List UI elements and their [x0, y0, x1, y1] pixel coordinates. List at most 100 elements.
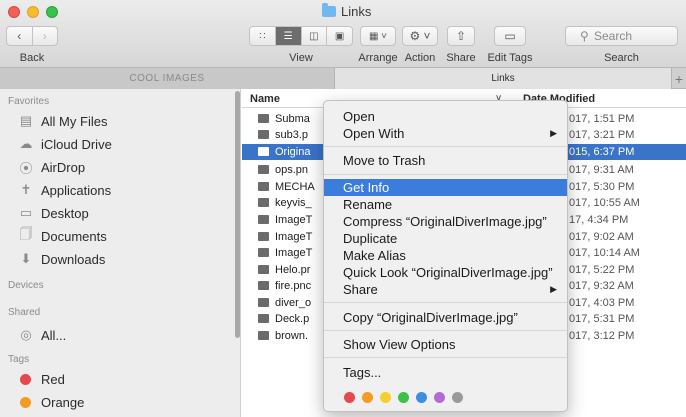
icon-view-icon[interactable]: ∷: [250, 27, 275, 45]
desktop-icon: ▭: [19, 205, 33, 220]
menu-item-label: Make Alias: [343, 248, 406, 263]
sidebar-item-label: AirDrop: [41, 159, 86, 175]
sidebar-header-devices: Devices: [8, 280, 44, 291]
file-name: ImageT: [275, 231, 313, 243]
edit-tags-button[interactable]: ▭: [494, 26, 526, 46]
context-menu: Open Open With ▶ Move to Trash Get Info R…: [323, 100, 568, 412]
gray-tag-dot[interactable]: [452, 392, 463, 403]
green-tag-dot[interactable]: [398, 392, 409, 403]
file-name: ImageT: [275, 247, 313, 259]
file-date: 017, 1:51 PM: [569, 113, 635, 125]
menu-item-compress[interactable]: Compress “OriginalDiverImage.jpg”: [324, 213, 567, 230]
new-tab-button[interactable]: +: [672, 68, 686, 89]
file-icon: [258, 215, 269, 224]
airdrop-icon: ⦿: [19, 160, 33, 176]
view-label: View: [289, 52, 313, 64]
file-name: brown.: [275, 330, 309, 342]
yellow-tag-dot[interactable]: [380, 392, 391, 403]
sidebar-item-label: iCloud Drive: [41, 136, 112, 152]
view-mode-control: ∷ ☰ ◫ ▣: [249, 26, 353, 46]
sidebar-item-documents[interactable]: 🗍 Documents: [18, 226, 107, 245]
menu-item-share[interactable]: Share ▶: [324, 281, 567, 298]
action-button[interactable]: ⚙ ˅: [402, 26, 438, 46]
file-date: 017, 5:30 PM: [569, 181, 635, 193]
column-view-icon[interactable]: ◫: [300, 27, 327, 45]
file-date: 017, 9:02 AM: [569, 231, 634, 243]
share-label: Share: [446, 52, 476, 64]
menu-item-duplicate[interactable]: Duplicate: [324, 230, 567, 247]
forward-button[interactable]: ›: [31, 27, 58, 45]
menu-item-get-info[interactable]: Get Info: [324, 179, 567, 196]
file-date: 017, 10:55 AM: [569, 197, 640, 209]
share-icon: ⇧: [455, 29, 467, 43]
file-date: 017, 4:03 PM: [569, 297, 635, 309]
sidebar-item-label: Red: [41, 371, 65, 387]
sidebar-item-tag-red[interactable]: Red: [18, 370, 65, 388]
file-icon: [258, 182, 269, 191]
file-name: keyvis_: [275, 197, 312, 209]
search-icon: ⚲: [580, 29, 589, 43]
zoom-window-button[interactable]: [46, 6, 58, 18]
action-label: Action: [404, 52, 436, 64]
menu-item-label: Quick Look “OriginalDiverImage.jpg”: [343, 265, 553, 280]
gear-icon: ⚙ ˅: [409, 29, 431, 43]
back-button[interactable]: ‹: [7, 27, 32, 45]
submenu-arrow-icon: ▶: [550, 284, 557, 294]
file-date: 017, 5:22 PM: [569, 264, 635, 276]
edit-tags-label: Edit Tags: [487, 52, 533, 64]
sidebar-item-airdrop[interactable]: ⦿ AirDrop: [18, 158, 85, 176]
sidebar-item-applications[interactable]: ✝ Applications: [18, 181, 112, 199]
menu-item-rename[interactable]: Rename: [324, 196, 567, 213]
sidebar-scrollbar[interactable]: [235, 91, 240, 338]
window-title-text: Links: [341, 4, 372, 19]
menu-item-move-to-trash[interactable]: Move to Trash: [324, 152, 567, 169]
menu-item-open[interactable]: Open: [324, 108, 567, 125]
close-window-button[interactable]: [8, 6, 20, 18]
file-date: 017, 5:31 PM: [569, 313, 635, 325]
menu-item-copy[interactable]: Copy “OriginalDiverImage.jpg”: [324, 309, 567, 326]
sidebar-item-label: All My Files: [41, 113, 108, 129]
menu-item-label: Share: [343, 282, 378, 297]
list-view-icon[interactable]: ☰: [274, 27, 301, 45]
file-name: Subma: [275, 113, 310, 125]
minimize-window-button[interactable]: [27, 6, 39, 18]
file-icon: [258, 331, 269, 340]
file-name: Deck.p: [275, 313, 310, 325]
menu-item-tags[interactable]: Tags...: [324, 364, 567, 381]
tab-cool-images[interactable]: COOL IMAGES: [0, 68, 334, 89]
downloads-icon: ⬇: [20, 251, 32, 266]
purple-tag-dot[interactable]: [434, 392, 445, 403]
sidebar: Favorites ▤ All My Files ☁ iCloud Drive …: [0, 89, 241, 417]
arrange-button[interactable]: ▦ ˅: [360, 26, 396, 46]
file-icon: [258, 232, 269, 241]
search-label: Search: [604, 52, 639, 64]
menu-item-open-with[interactable]: Open With ▶: [324, 125, 567, 142]
share-button[interactable]: ⇧: [447, 26, 475, 46]
red-tag-dot[interactable]: [344, 392, 355, 403]
sidebar-item-all-my-files[interactable]: ▤ All My Files: [18, 112, 108, 130]
search-input[interactable]: ⚲ Search: [565, 26, 678, 46]
cover-flow-icon[interactable]: ▣: [326, 27, 352, 45]
menu-item-show-view-options[interactable]: Show View Options: [324, 336, 567, 353]
tab-links[interactable]: Links: [334, 68, 672, 89]
menu-item-label: Get Info: [343, 180, 390, 195]
sidebar-item-tag-orange[interactable]: Orange: [18, 393, 84, 411]
menu-item-label: Open: [343, 109, 375, 124]
menu-item-make-alias[interactable]: Make Alias: [324, 247, 567, 264]
menu-item-quick-look[interactable]: Quick Look “OriginalDiverImage.jpg”: [324, 264, 567, 281]
sidebar-item-downloads[interactable]: ⬇ Downloads: [18, 250, 106, 268]
menu-item-label: Rename: [343, 197, 393, 212]
back-label: Back: [19, 52, 45, 64]
file-date: 017, 3:12 PM: [569, 330, 635, 342]
sidebar-item-shared-all[interactable]: ◎ All...: [18, 326, 66, 344]
orange-tag-dot[interactable]: [362, 392, 373, 403]
network-icon: ◎: [20, 327, 32, 342]
column-header-name[interactable]: Name: [250, 93, 280, 105]
sidebar-item-desktop[interactable]: ▭ Desktop: [18, 204, 89, 222]
blue-tag-dot[interactable]: [416, 392, 427, 403]
file-date: 17, 4:34 PM: [569, 214, 629, 226]
file-icon: [258, 248, 269, 257]
file-icon: [258, 298, 269, 307]
file-date: 015, 6:37 PM: [569, 146, 635, 158]
sidebar-item-icloud-drive[interactable]: ☁ iCloud Drive: [18, 135, 112, 153]
